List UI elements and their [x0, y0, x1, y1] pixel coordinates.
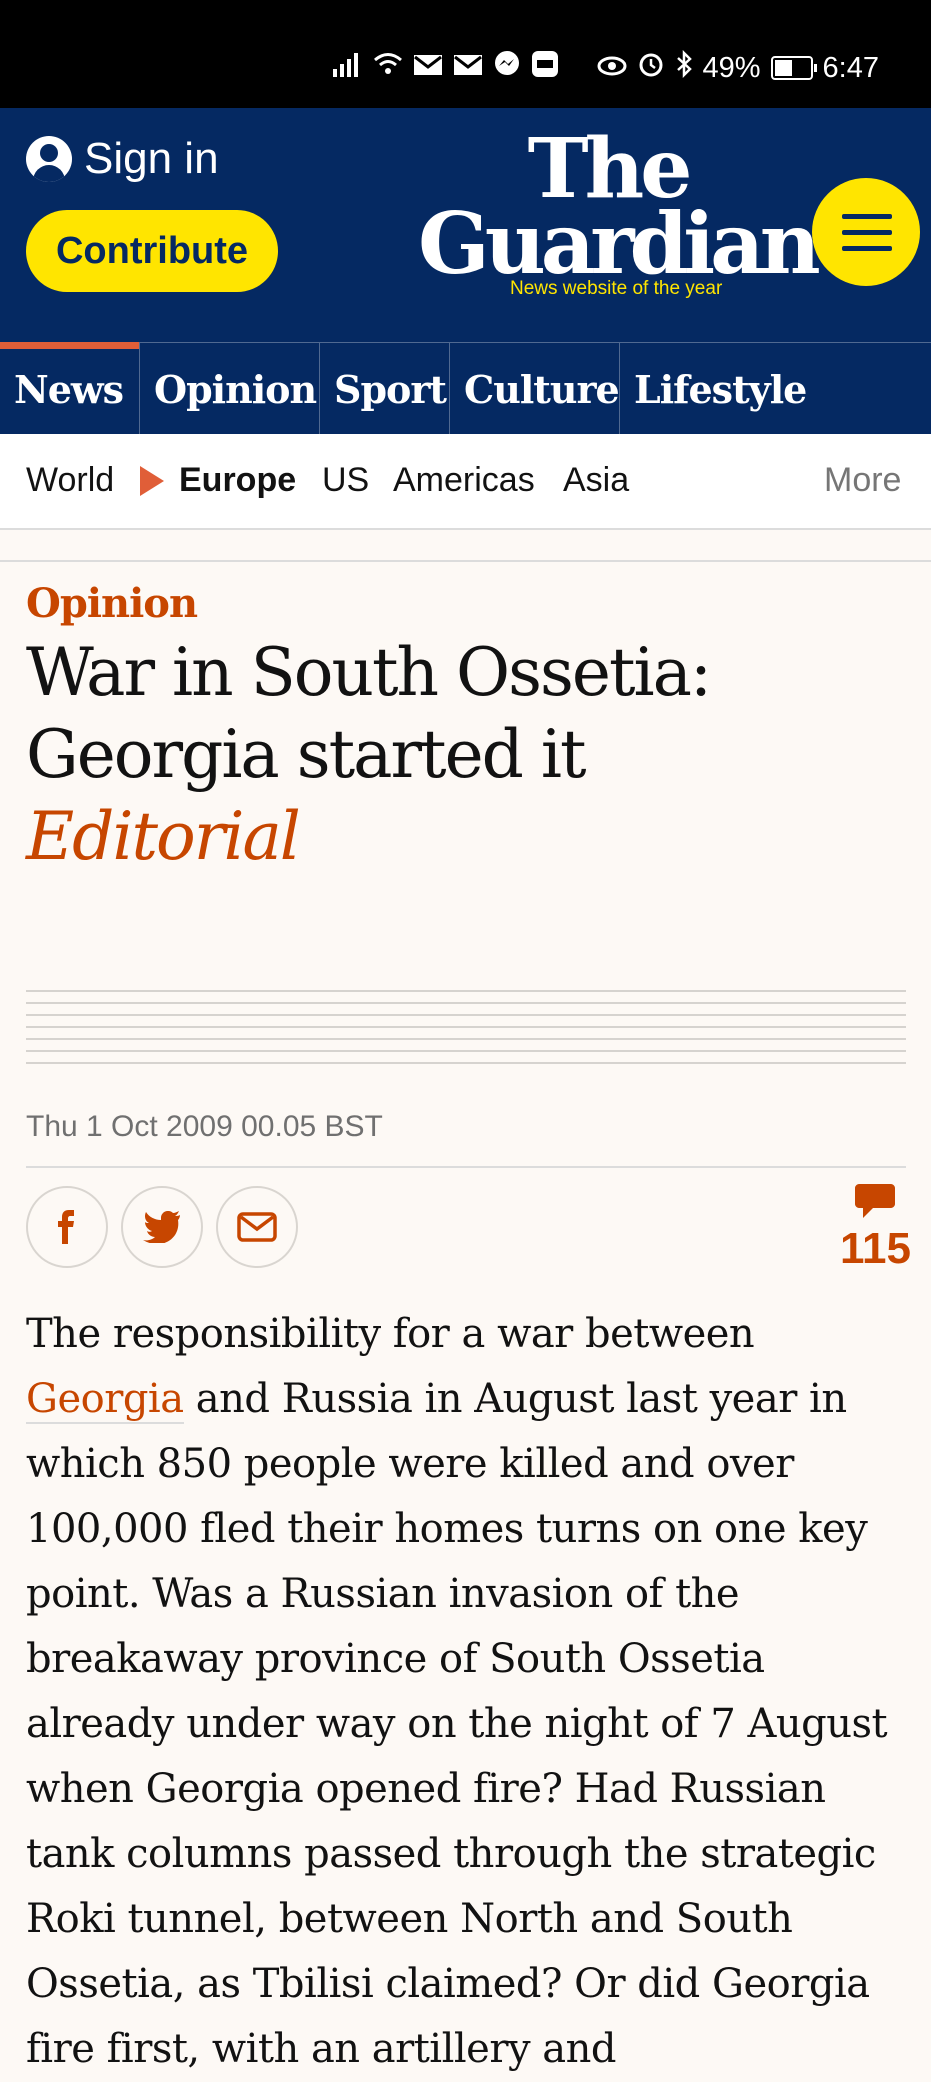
comment-icon	[855, 1184, 895, 1218]
clock: 6:47	[822, 51, 879, 84]
comment-count: 115	[840, 1224, 911, 1273]
menu-icon-bar	[842, 230, 892, 235]
mail-icon	[453, 52, 483, 85]
subnav-asia[interactable]: Asia	[563, 461, 629, 500]
article-byline[interactable]: Editorial	[26, 796, 906, 878]
publish-date: Thu 1 Oct 2009 00.05 BST	[26, 1110, 383, 1143]
logo-line-2: Guardian	[418, 194, 821, 293]
battery-percent: 49%	[702, 51, 761, 84]
georgia-link[interactable]: Georgia	[26, 1376, 184, 1424]
section-divider-lines	[26, 990, 906, 1064]
divider	[26, 1166, 906, 1168]
article-body: The responsibility for a war between Geo…	[26, 1302, 916, 2082]
comments-link[interactable]: 115	[840, 1184, 911, 1273]
site-header: Sign in Contribute The Guardian News web…	[0, 108, 931, 342]
sign-in-link[interactable]: Sign in	[26, 134, 219, 184]
pillar-culture[interactable]: Culture	[450, 343, 620, 435]
sub-nav: World Europe US Americas Asia More	[0, 434, 931, 530]
messenger-icon	[493, 50, 521, 86]
bluetooth-icon	[675, 49, 693, 86]
email-icon	[237, 1212, 277, 1242]
menu-icon	[842, 214, 892, 219]
menu-button[interactable]	[812, 178, 920, 286]
body-text-start: The responsibility for a war between	[26, 1311, 755, 1357]
divider	[0, 528, 931, 530]
subnav-americas[interactable]: Americas	[393, 461, 535, 500]
subnav-europe[interactable]: Europe	[179, 461, 296, 500]
pillar-opinion[interactable]: Opinion	[140, 343, 320, 435]
pillar-news[interactable]: News	[0, 342, 140, 435]
subnav-world[interactable]: World	[26, 461, 114, 500]
signal-icon	[332, 51, 363, 85]
battery-icon	[770, 56, 817, 80]
sign-in-label: Sign in	[84, 134, 219, 183]
guardian-logo[interactable]: The Guardian News website of the year	[418, 128, 821, 299]
alarm-icon	[637, 50, 665, 86]
article-headline: War in South Ossetia: Georgia started it…	[26, 632, 906, 878]
share-email-button[interactable]	[216, 1186, 298, 1268]
headline-line-1: War in South Ossetia:	[26, 634, 712, 711]
subnav-more[interactable]: More	[824, 461, 901, 500]
eye-icon	[597, 52, 627, 85]
divider	[0, 560, 931, 562]
share-twitter-button[interactable]	[121, 1186, 203, 1268]
subnav-us[interactable]: US	[322, 461, 369, 500]
pillar-nav: News Opinion Sport Culture Lifestyle	[0, 342, 931, 435]
wifi-icon	[373, 51, 403, 85]
headline-line-2: Georgia started it	[26, 716, 586, 793]
logo-tagline: News website of the year	[510, 278, 723, 299]
app-icon	[531, 50, 559, 86]
status-icons: 49% 6:47	[332, 48, 879, 88]
share-facebook-button[interactable]	[26, 1186, 108, 1268]
mail-icon	[413, 52, 443, 85]
body-text-rest: and Russia in August last year in which …	[26, 1376, 888, 2072]
twitter-icon	[143, 1211, 180, 1243]
menu-icon-bar	[842, 246, 892, 251]
pillar-lifestyle[interactable]: Lifestyle	[620, 343, 931, 435]
contribute-button[interactable]: Contribute	[26, 210, 278, 292]
arrow-right-icon	[140, 466, 164, 496]
pillar-sport[interactable]: Sport	[320, 343, 450, 435]
facebook-icon	[58, 1210, 74, 1244]
section-kicker[interactable]: Opinion	[26, 580, 198, 627]
user-icon	[26, 136, 72, 182]
status-bar: 49% 6:47	[0, 0, 931, 108]
